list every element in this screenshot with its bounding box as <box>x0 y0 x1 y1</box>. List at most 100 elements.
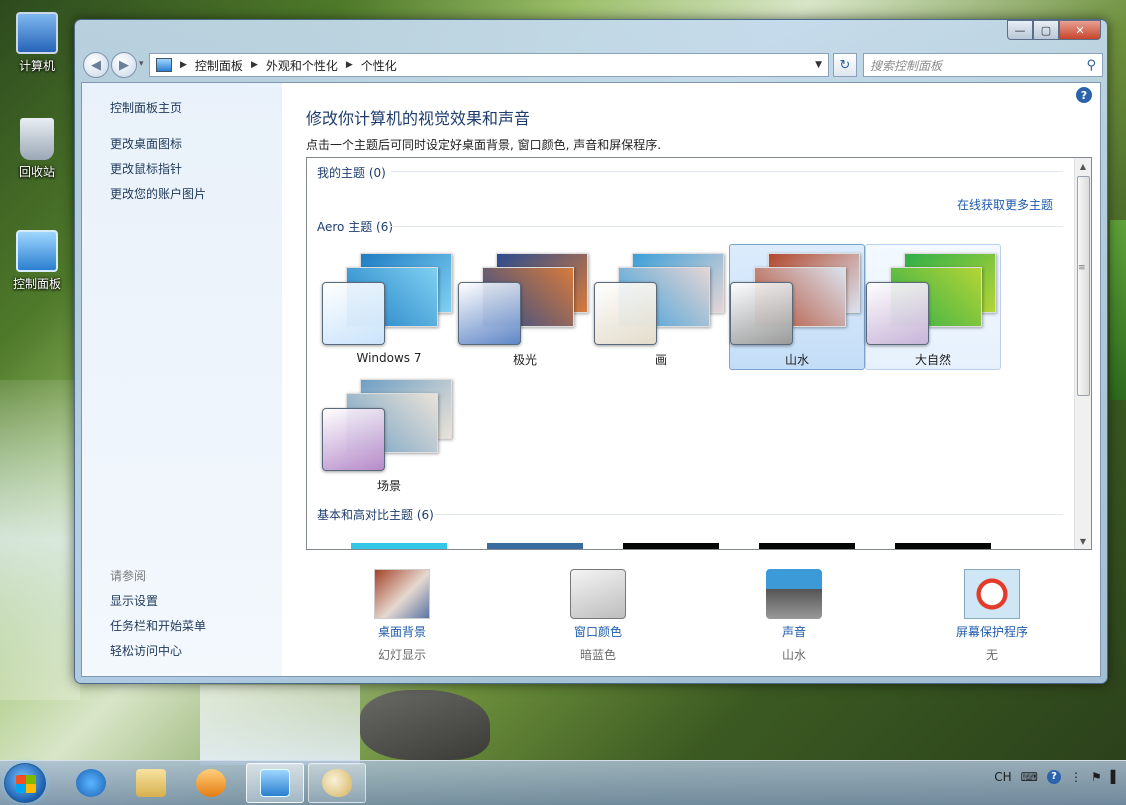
desktop-icon-computer[interactable]: 计算机 <box>4 12 70 74</box>
task-sidebar: 控制面板主页 更改桌面图标 更改鼠标指针 更改您的账户图片 请参阅 显示设置 任… <box>82 83 282 676</box>
taskbar-paint[interactable] <box>308 763 366 803</box>
theme-setting-link[interactable]: 屏幕保护程序 <box>922 623 1062 640</box>
theme-item[interactable]: 场景 <box>321 370 457 496</box>
theme-setting-item[interactable]: 桌面背景 幻灯显示 <box>332 569 472 663</box>
taskbar-control-panel[interactable] <box>246 763 304 803</box>
theme-setting-value: 山水 <box>781 648 806 662</box>
wallpaper-rock <box>360 690 490 760</box>
desktop-icon-recycle-bin[interactable]: 回收站 <box>4 118 70 180</box>
scroll-down-button[interactable]: ▼ <box>1075 533 1091 549</box>
language-indicator[interactable]: CH <box>994 770 1011 784</box>
forward-button[interactable]: ▶ <box>111 52 137 78</box>
theme-glass-color-swatch <box>322 282 385 345</box>
group-divider <box>391 171 1063 172</box>
address-bar[interactable]: ▶ 控制面板 ▶ 外观和个性化 ▶ 个性化 ▼ <box>149 53 829 77</box>
sidebar-link-desktop-icons[interactable]: 更改桌面图标 <box>110 135 182 152</box>
scroll-up-button[interactable]: ▲ <box>1075 158 1091 174</box>
main-content: ? 修改你计算机的视觉效果和声音 点击一个主题后可同时设定好桌面背景, 窗口颜色… <box>282 83 1100 676</box>
maximize-button[interactable]: ▢ <box>1033 20 1059 40</box>
basic-theme-preview[interactable] <box>351 543 447 549</box>
sidebar-link-control-panel-home[interactable]: 控制面板主页 <box>110 99 182 116</box>
group-aero-themes: Aero 主题 (6) <box>317 220 394 234</box>
sidebar-link-mouse-pointers[interactable]: 更改鼠标指针 <box>110 160 182 177</box>
window-client-area: 控制面板主页 更改桌面图标 更改鼠标指针 更改您的账户图片 请参阅 显示设置 任… <box>81 82 1101 677</box>
basic-theme-preview[interactable] <box>759 543 855 549</box>
help-icon[interactable]: ? <box>1076 87 1092 103</box>
address-dropdown-icon[interactable]: ▼ <box>815 60 822 70</box>
theme-setting-link[interactable]: 窗口颜色 <box>528 623 668 640</box>
theme-item[interactable]: Windows 7 <box>321 244 457 370</box>
theme-glass-color-swatch <box>730 282 793 345</box>
recent-pages-button[interactable]: ▾ <box>139 59 144 69</box>
group-my-themes: 我的主题 (0) <box>317 166 386 180</box>
windows-logo-icon-lower <box>16 784 36 793</box>
personalization-window: — ▢ ✕ ◀ ▶ ▾ ▶ 控制面板 ▶ 外观和个性化 ▶ 个性化 ▼ ↻ 搜索… <box>74 19 1108 684</box>
desktop-icon-control-panel[interactable]: 控制面板 <box>4 230 70 292</box>
search-input[interactable]: 搜索控制面板 ⚲ <box>863 53 1103 77</box>
sidebar-link-account-picture[interactable]: 更改您的账户图片 <box>110 185 206 202</box>
breadcrumb-separator: ▶ <box>180 60 187 70</box>
basic-theme-preview[interactable] <box>895 543 991 549</box>
theme-gallery-scrollbar[interactable]: ▲ ≡ ▼ <box>1074 158 1091 549</box>
clock-edge[interactable]: ▌ <box>1111 770 1120 784</box>
page-subtitle: 点击一个主题后可同时设定好桌面背景, 窗口颜色, 声音和屏保程序. <box>306 138 662 152</box>
keyboard-icon[interactable]: ⌨ <box>1021 770 1038 784</box>
theme-gallery[interactable]: 我的主题 (0) 在线获取更多主题 Aero 主题 (6) Windows 7 极… <box>306 157 1092 550</box>
back-button[interactable]: ◀ <box>83 52 109 78</box>
desktop-icon-label: 回收站 <box>18 165 55 179</box>
system-tray: CH ⌨ ? ⋮ ⚑ ▌ <box>994 770 1120 784</box>
breadcrumb-control-panel[interactable]: 控制面板 <box>195 57 243 74</box>
theme-item[interactable]: 画 <box>593 244 729 370</box>
minimize-button[interactable]: — <box>1007 20 1033 40</box>
navigation-bar: ◀ ▶ ▾ ▶ 控制面板 ▶ 外观和个性化 ▶ 个性化 ▼ ↻ 搜索控制面板 ⚲ <box>81 52 1103 78</box>
taskbar-media-player[interactable] <box>182 763 240 803</box>
theme-setting-link[interactable]: 声音 <box>724 623 864 640</box>
basic-theme-preview[interactable] <box>487 543 583 549</box>
sidebar-link-ease-of-access[interactable]: 轻松访问中心 <box>110 642 182 659</box>
sidebar-link-display[interactable]: 显示设置 <box>110 592 158 609</box>
theme-setting-value: 无 <box>985 648 998 662</box>
help-icon[interactable]: ? <box>1047 770 1061 784</box>
theme-setting-item[interactable]: 屏幕保护程序无 <box>922 569 1062 663</box>
theme-name: Windows 7 <box>356 351 422 365</box>
breadcrumb-personalization[interactable]: 个性化 <box>361 57 397 74</box>
scroll-thumb[interactable] <box>1077 176 1090 396</box>
recycle-bin-icon <box>20 118 54 160</box>
media-player-icon <box>196 769 226 797</box>
theme-item[interactable]: 山水 <box>729 244 865 370</box>
sound-icon <box>766 569 822 619</box>
theme-glass-color-swatch <box>322 408 385 471</box>
desktop-background-icon <box>374 569 430 619</box>
scroll-grip-icon: ≡ <box>1078 263 1086 273</box>
theme-name: 极光 <box>512 353 537 367</box>
theme-setting-item[interactable]: 窗口颜色 暗蓝色 <box>528 569 668 663</box>
caption-buttons: — ▢ ✕ <box>1007 20 1101 40</box>
action-center-flag-icon[interactable]: ⚑ <box>1091 770 1102 784</box>
breadcrumb-appearance[interactable]: 外观和个性化 <box>266 57 338 74</box>
desktop-icon-label: 控制面板 <box>12 277 61 291</box>
wallpaper-fern <box>1110 220 1126 400</box>
control-panel-icon <box>260 769 290 797</box>
close-button[interactable]: ✕ <box>1059 20 1101 40</box>
basic-theme-preview[interactable] <box>623 543 719 549</box>
theme-item[interactable]: 大自然 <box>865 244 1001 370</box>
theme-setting-item[interactable]: 声音 山水 <box>724 569 864 663</box>
theme-name: 山水 <box>784 353 809 367</box>
control-panel-icon <box>156 58 172 72</box>
search-placeholder: 搜索控制面板 <box>870 58 943 73</box>
desktop-icon-label: 计算机 <box>18 59 55 73</box>
theme-setting-link[interactable]: 桌面背景 <box>332 623 472 640</box>
sidebar-link-taskbar[interactable]: 任务栏和开始菜单 <box>110 617 206 634</box>
tray-options-icon[interactable]: ⋮ <box>1070 770 1082 784</box>
search-icon[interactable]: ⚲ <box>1086 58 1096 73</box>
theme-item[interactable]: 极光 <box>457 244 593 370</box>
taskbar-file-explorer[interactable] <box>122 763 180 803</box>
get-more-themes-link[interactable]: 在线获取更多主题 <box>957 196 1053 213</box>
refresh-button[interactable]: ↻ <box>833 53 857 77</box>
file-explorer-icon <box>136 769 166 797</box>
start-button[interactable] <box>4 763 46 803</box>
taskbar-internet-explorer[interactable] <box>62 763 120 803</box>
computer-icon <box>16 12 58 54</box>
internet-explorer-icon <box>76 769 106 797</box>
wallpaper-waterfall-bottom <box>200 685 360 765</box>
